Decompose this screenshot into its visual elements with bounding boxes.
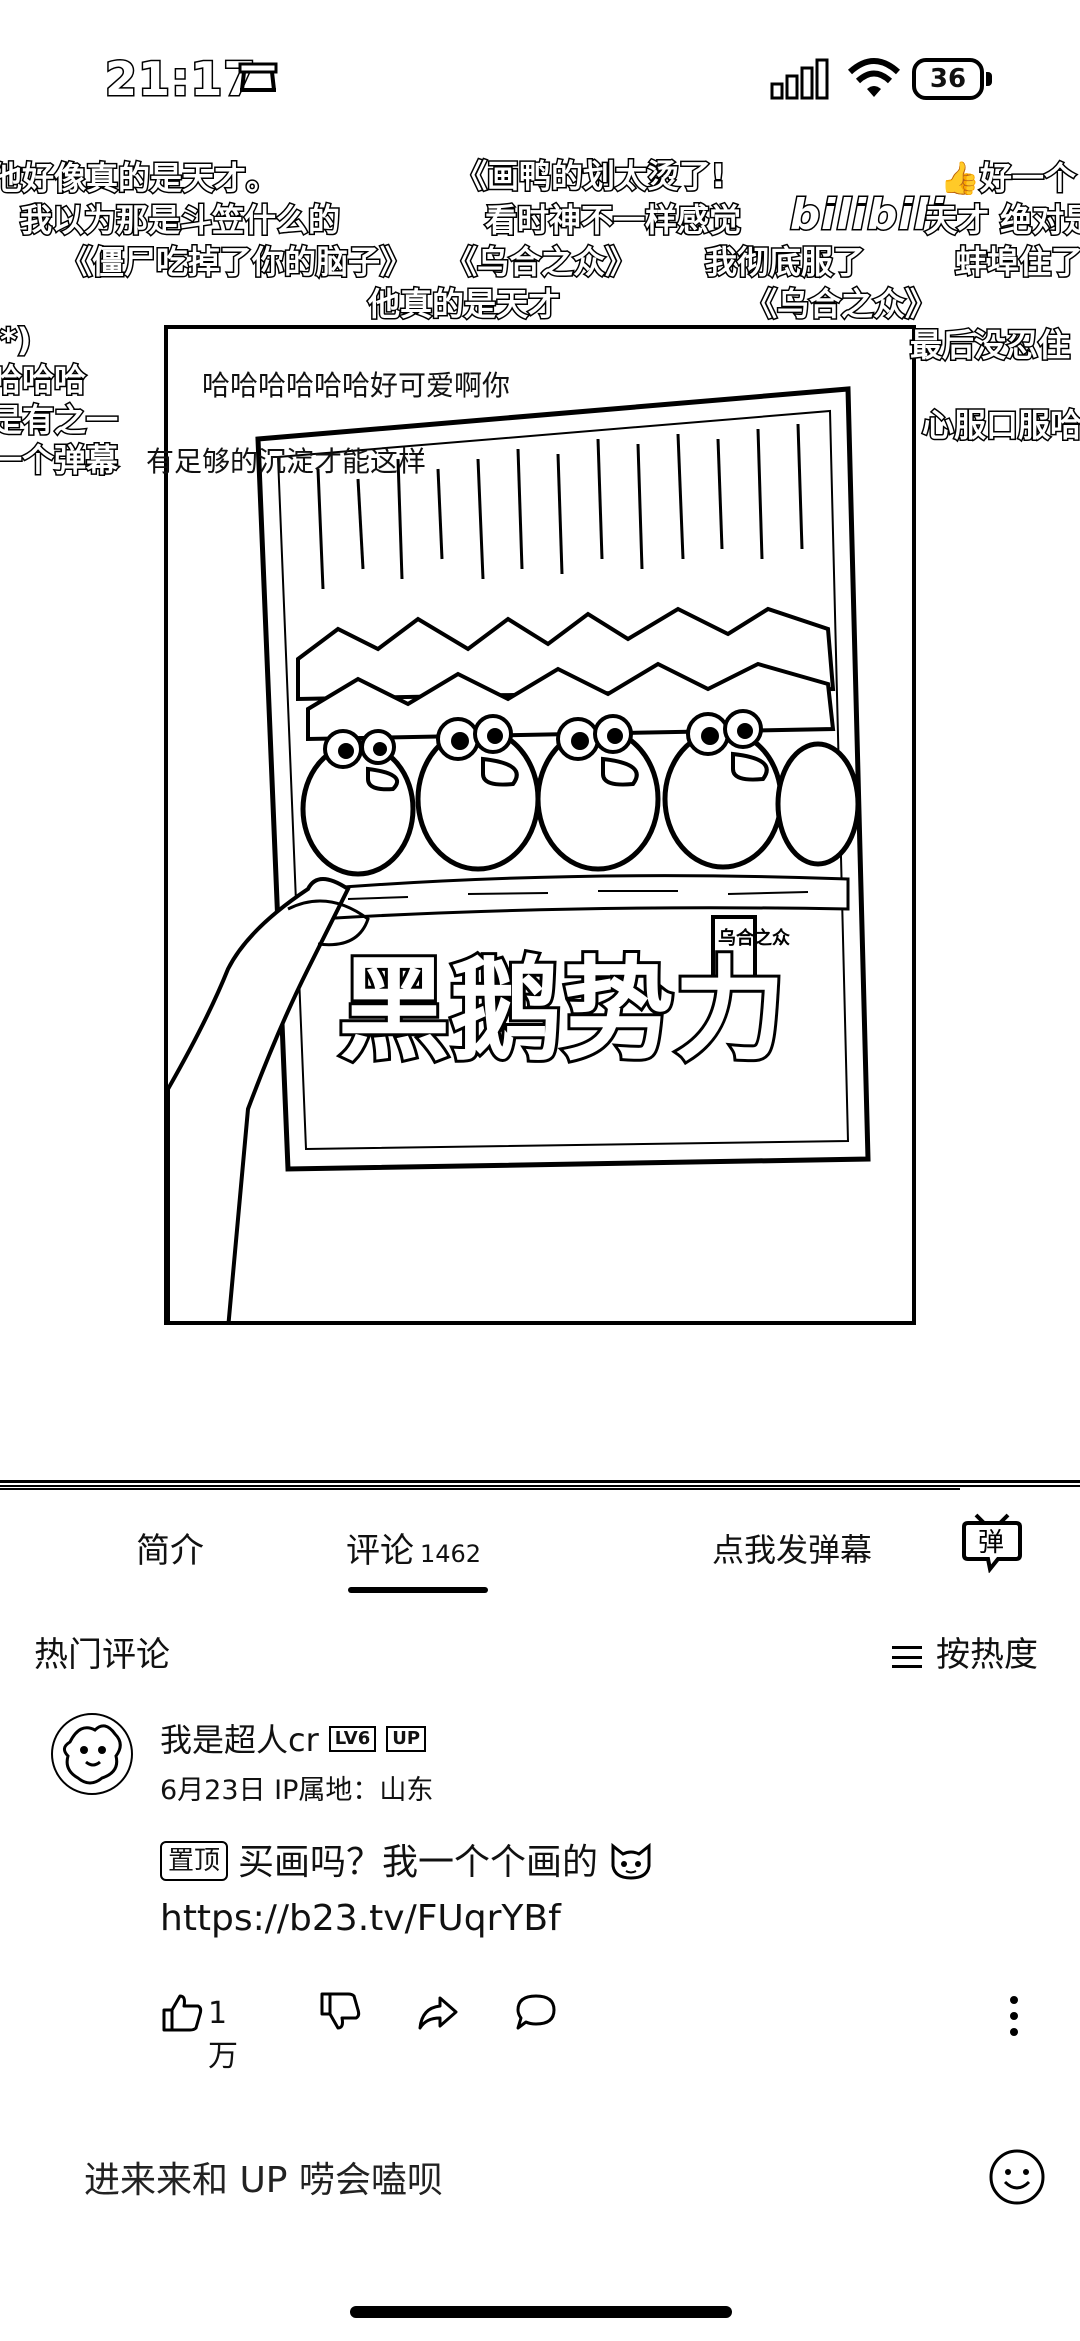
- drawing-title: 黑鹅势力: [338, 945, 786, 1076]
- reply-input-bar: [0, 2120, 1080, 2240]
- status-bar: 21:17 36: [0, 0, 1080, 150]
- danmaku-item: 他好像真的是天才。: [0, 158, 280, 199]
- danmaku-icon[interactable]: 弹: [960, 1513, 1024, 1573]
- video-progress-track[interactable]: [0, 1480, 1080, 1483]
- thumbs-up-icon: 👍: [939, 158, 982, 199]
- emoji-icon[interactable]: [988, 2148, 1046, 2206]
- danmaku-item: 哈哈哈: [0, 360, 88, 401]
- avatar[interactable]: [50, 1712, 134, 1796]
- comment-username[interactable]: 我是超人cr: [160, 1721, 319, 1759]
- danmaku-item: 《乌合之众》: [743, 284, 938, 325]
- danmaku-item: 有足够的沉淀才能这样: [146, 445, 427, 478]
- level-badge: LV6: [328, 1726, 377, 1752]
- like-count: 1万: [208, 1996, 238, 2074]
- sort-label: 按热度: [936, 1635, 1038, 1675]
- send-danmaku-button[interactable]: 点我发弹幕: [712, 1525, 872, 1571]
- comment-username-row: 我是超人cr LV6 UP: [160, 1715, 427, 1761]
- more-icon[interactable]: [1008, 1994, 1020, 2038]
- comment-link[interactable]: https://b23.tv/FUqrYBf: [160, 1891, 1040, 1947]
- danmaku-text: 好一个: [978, 158, 1077, 199]
- reply-button[interactable]: [514, 1990, 558, 2038]
- danmaku-item: 天才 绝对是: [923, 200, 1080, 241]
- home-indicator[interactable]: [350, 2306, 732, 2318]
- up-badge: UP: [386, 1726, 427, 1752]
- comment-text: 买画吗？我一个个画的: [238, 1842, 599, 1883]
- share-button[interactable]: [416, 1990, 460, 2038]
- wifi-icon: [847, 58, 901, 97]
- like-button[interactable]: 1万: [160, 1990, 238, 2074]
- pinned-badge: 置顶: [160, 1841, 229, 1881]
- danmaku-item: 他真的是天才: [366, 284, 561, 325]
- active-tab-indicator: [348, 1587, 488, 1593]
- tab-intro[interactable]: 简介: [136, 1523, 204, 1572]
- dislike-button[interactable]: [318, 1990, 362, 2038]
- danmaku-item: 👍好一个: [939, 158, 1078, 199]
- danmaku-item: 《僵尸吃掉了你的脑子》: [58, 242, 413, 283]
- danmaku-item: 蚌埠住了: [953, 242, 1080, 283]
- danmaku-item: *): [0, 320, 33, 361]
- danmaku-item: 哈哈哈哈哈哈好可爱啊你: [202, 369, 511, 402]
- battery-icon: 36: [912, 58, 992, 100]
- danmaku-item: 我彻底服了: [703, 242, 866, 283]
- danmaku-item: 看时神不一样感觉: [483, 200, 742, 241]
- comment-body: 置顶 买画吗？我一个个画的 https://b23.tv/FUqrYBf: [160, 1835, 1040, 1947]
- cat-emoji-icon: [611, 1842, 651, 1880]
- danmaku-icon-label: 弹: [978, 1528, 1004, 1558]
- sort-button[interactable]: 按热度: [892, 1627, 1038, 1676]
- comments-count: 1462: [420, 1540, 482, 1568]
- phone-icon: [238, 62, 278, 92]
- video-player[interactable]: 乌合之众 黑鹅势力 他好像真的是天才。 《画鸭的划太烫了! 👍好一个 我以为那是…: [0, 150, 1080, 1490]
- hot-comments-title: 热门评论: [34, 1635, 170, 1675]
- comment-meta: 6月23日 IP属地：山东: [160, 1775, 434, 1806]
- share-icon: [418, 1996, 458, 2030]
- danmaku-item: 《乌合之众》: [443, 242, 638, 283]
- tab-bar: 简介 评论 1462 点我发弹幕 弹: [0, 1485, 1080, 1595]
- danmaku-item: 心服口服哈: [920, 405, 1080, 446]
- status-time: 21:17: [103, 51, 257, 108]
- danmaku-item: 一个弹幕: [0, 440, 120, 481]
- reply-icon: [516, 1994, 556, 2030]
- danmaku-item: 《画鸭的划太烫了!: [454, 156, 728, 197]
- dislike-icon: [320, 1992, 361, 2030]
- signal-icon: [770, 58, 829, 100]
- like-icon: [162, 1994, 203, 2032]
- danmaku-item: 我以为那是斗笠什么的: [18, 200, 341, 241]
- reply-input[interactable]: [84, 2150, 944, 2210]
- bilibili-logo: bilibili: [789, 189, 946, 241]
- tab-comments-label: 评论: [346, 1531, 414, 1571]
- comment-actions: 1万: [160, 1990, 1060, 2074]
- danmaku-item: 最后没忍住: [908, 325, 1071, 366]
- danmaku-item: 是有之一: [0, 400, 120, 441]
- sort-icon: [892, 1646, 922, 1668]
- tab-comments[interactable]: 评论 1462: [346, 1523, 481, 1572]
